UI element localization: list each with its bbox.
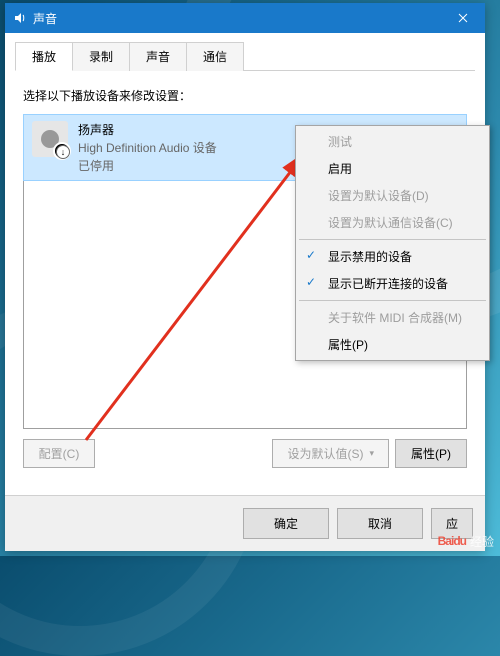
ok-button[interactable]: 确定	[243, 508, 329, 539]
properties-button[interactable]: 属性(P)	[395, 439, 467, 468]
set-default-button[interactable]: 设为默认值(S)	[272, 439, 389, 468]
context-menu-item[interactable]: 启用	[298, 155, 487, 182]
cancel-button[interactable]: 取消	[337, 508, 423, 539]
device-info: 扬声器 High Definition Audio 设备 已停用	[78, 121, 217, 174]
context-menu-item[interactable]: 属性(P)	[298, 331, 487, 358]
window-title: 声音	[33, 10, 441, 27]
configure-button[interactable]: 配置(C)	[23, 439, 95, 468]
disabled-overlay-icon: ↓	[56, 145, 70, 159]
instruction-text: 选择以下播放设备来修改设置：	[23, 87, 467, 104]
tab-sounds[interactable]: 声音	[129, 42, 187, 71]
context-menu-item[interactable]: ✓显示禁用的设备	[298, 243, 487, 270]
watermark: Baidu 经验	[438, 532, 494, 550]
tab-playback[interactable]: 播放	[15, 42, 73, 71]
check-icon: ✓	[306, 248, 316, 262]
context-menu-item: 设置为默认设备(D)	[298, 182, 487, 209]
bottom-button-row: 配置(C) 设为默认值(S) 属性(P)	[23, 439, 467, 468]
speaker-icon: ↓	[32, 121, 68, 157]
device-status: 已停用	[78, 157, 217, 174]
device-desc: High Definition Audio 设备	[78, 139, 217, 156]
tab-strip: 播放 录制 声音 通信	[5, 33, 485, 70]
titlebar[interactable]: 声音	[5, 3, 485, 33]
tab-communications[interactable]: 通信	[186, 42, 244, 71]
context-menu-item: 关于软件 MIDI 合成器(M)	[298, 304, 487, 331]
context-menu: 测试启用设置为默认设备(D)设置为默认通信设备(C) ✓显示禁用的设备✓显示已断开…	[295, 125, 490, 361]
context-menu-item: 测试	[298, 128, 487, 155]
close-button[interactable]	[441, 3, 485, 33]
tab-recording[interactable]: 录制	[72, 42, 130, 71]
check-icon: ✓	[306, 275, 316, 289]
dialog-buttons: 确定 取消 应	[5, 495, 485, 551]
sound-icon	[13, 11, 27, 25]
device-name: 扬声器	[78, 121, 217, 138]
context-menu-item: 设置为默认通信设备(C)	[298, 209, 487, 236]
context-menu-item[interactable]: ✓显示已断开连接的设备	[298, 270, 487, 297]
